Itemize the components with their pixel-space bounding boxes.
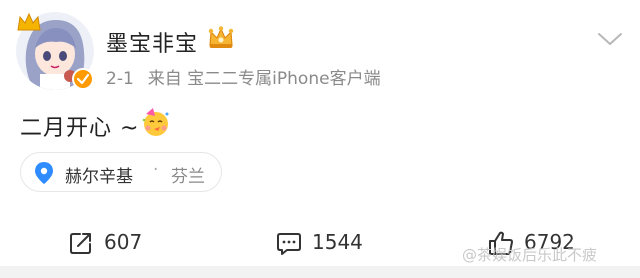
location-country: 芬兰	[171, 167, 205, 187]
verified-badge-icon	[72, 68, 94, 90]
vip-crown-icon[interactable]	[207, 25, 235, 51]
location-city: 赫尔辛基	[65, 167, 133, 187]
post-date: 2-1	[106, 69, 134, 89]
repost-count: 607	[104, 230, 143, 254]
repost-button[interactable]: 607	[68, 222, 178, 262]
watermark: @茶娱饭后乐此不疲	[462, 246, 598, 264]
crown-icon	[17, 12, 41, 31]
location-tag[interactable]: 赫尔辛基 · 芬兰	[20, 152, 222, 192]
comment-icon	[277, 233, 301, 255]
party-face-emoji	[142, 108, 169, 136]
location-pin-icon	[35, 162, 53, 184]
divider	[0, 266, 640, 278]
post-source: 来自 宝二二专属iPhone客户端	[147, 69, 381, 89]
comment-button[interactable]: 1544	[276, 222, 386, 262]
location-separator: ·	[153, 160, 159, 180]
avatar-container[interactable]	[16, 12, 94, 90]
comment-count: 1544	[312, 230, 363, 254]
chevron-down-icon[interactable]	[596, 30, 624, 48]
post-content: 二月开心 ~	[20, 116, 140, 141]
post-meta: 2-1 来自 宝二二专属iPhone客户端	[106, 64, 381, 89]
repost-icon	[70, 233, 91, 254]
username[interactable]: 墨宝非宝	[106, 26, 198, 58]
